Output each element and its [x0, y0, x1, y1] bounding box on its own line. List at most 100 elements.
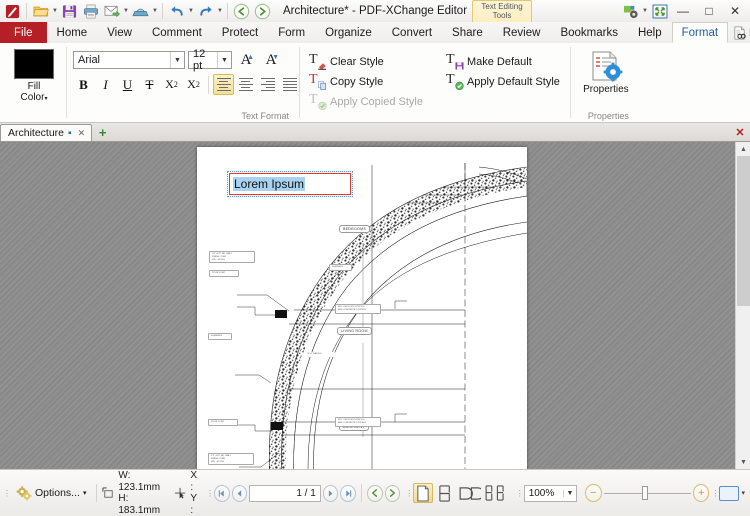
subscript-button[interactable]: X2	[161, 74, 182, 95]
zoom-chevron-down-icon[interactable]: ▼	[563, 489, 576, 497]
first-page-button[interactable]	[214, 484, 230, 502]
increase-arrow-icon: ▲	[247, 54, 254, 61]
tab-review[interactable]: Review	[493, 22, 551, 43]
underline-button[interactable]: U	[117, 74, 138, 95]
zoom-in-button[interactable]: +	[692, 484, 710, 502]
app-logo-icon[interactable]	[2, 1, 23, 21]
zoom-slider[interactable]	[603, 484, 691, 502]
open-dropdown-icon[interactable]: ▼	[51, 1, 59, 21]
cursor-coordinates: X : Y :	[174, 470, 200, 516]
navigate-forward-button[interactable]	[384, 484, 401, 502]
single-page-view-button[interactable]	[413, 483, 434, 503]
previous-page-button[interactable]	[231, 484, 248, 502]
customize-dropdown-icon[interactable]: ▼	[641, 1, 649, 21]
zoom-out-button[interactable]: −	[585, 484, 602, 502]
last-page-button[interactable]	[340, 484, 357, 502]
scan-dropdown-icon[interactable]: ▼	[151, 1, 159, 21]
minimize-button[interactable]: —	[670, 1, 696, 22]
maximize-button[interactable]: □	[696, 1, 722, 22]
two-page-continuous-view-button[interactable]	[484, 483, 508, 503]
font-family-combo[interactable]: Arial ▼	[73, 51, 185, 69]
clear-style-button[interactable]: T Clear Style	[306, 52, 429, 71]
undo-icon[interactable]	[166, 1, 187, 21]
tab-convert[interactable]: Convert	[382, 22, 442, 43]
fullscreen-icon[interactable]	[649, 1, 670, 21]
page-display-caret-icon[interactable]: ▾	[741, 489, 745, 497]
next-page-button[interactable]	[322, 484, 339, 502]
bold-button[interactable]: B	[73, 74, 94, 95]
apply-default-style-button[interactable]: T Apply Default Style	[443, 72, 566, 91]
fill-color-button[interactable]: Fill Color▾	[6, 45, 62, 104]
tab-file[interactable]: File	[0, 22, 47, 43]
new-tab-button[interactable]: +	[95, 125, 110, 140]
undo-dropdown-icon[interactable]: ▼	[187, 1, 195, 21]
two-page-view-button[interactable]	[458, 483, 482, 503]
font-size-combo[interactable]: 12 pt ▼	[188, 48, 232, 72]
find-button[interactable]: Find...	[728, 24, 750, 42]
redo-icon[interactable]	[195, 1, 216, 21]
pdf-page[interactable]: BEDROOMS LIVING ROOM BASEMENT 1/2" GYP. …	[197, 147, 527, 469]
strikethrough-button[interactable]: T	[139, 74, 160, 95]
zoom-slider-thumb[interactable]	[641, 486, 648, 500]
fill-color-caret-icon[interactable]: ▾	[44, 96, 47, 102]
unsaved-indicator-icon: ▪	[68, 127, 72, 139]
vertical-scrollbar[interactable]: ▲ ▼	[735, 142, 750, 469]
document-tab-architecture[interactable]: Architecture ▪ ✕	[0, 124, 93, 141]
font-size-chevron-down-icon[interactable]: ▼	[217, 52, 231, 68]
title-bar: ▼ ▼ ▼ ▼ ▼ Architecture* - PDF-XChange Ed…	[0, 0, 750, 22]
forward-icon[interactable]	[252, 1, 273, 21]
properties-button[interactable]: Properties	[577, 47, 635, 96]
align-center-button[interactable]	[235, 74, 256, 95]
align-right-button[interactable]	[257, 74, 278, 95]
text-box-annotation[interactable]: Lorem Ipsum	[227, 171, 353, 197]
zoom-level-combo[interactable]: 100% ▼	[523, 484, 577, 502]
page-number-input[interactable]: 1 / 1	[249, 484, 321, 502]
text-box-content[interactable]: Lorem Ipsum	[233, 177, 306, 191]
tab-bookmarks[interactable]: Bookmarks	[550, 22, 628, 43]
close-document-button[interactable]: ✕	[732, 124, 748, 140]
tab-help[interactable]: Help	[628, 22, 672, 43]
status-bar: ⋮ Options... ▾ W: 123.1mm H: 183.1mm X:…	[0, 469, 750, 516]
options-caret-icon[interactable]: ▾	[83, 489, 87, 497]
tab-format[interactable]: Format	[671, 22, 729, 43]
save-icon[interactable]	[59, 1, 80, 21]
navigate-back-button[interactable]	[367, 484, 383, 502]
continuous-view-button[interactable]	[435, 483, 455, 503]
tab-protect[interactable]: Protect	[212, 22, 268, 43]
options-button[interactable]: Options... ▾	[11, 483, 91, 504]
close-button[interactable]: ✕	[722, 1, 748, 22]
apply-copied-style-button[interactable]: T Apply Copied Style	[306, 92, 429, 111]
increase-font-size-button[interactable]: A ▲	[235, 50, 257, 70]
document-viewport[interactable]: BEDROOMS LIVING ROOM BASEMENT 1/2" GYP. …	[0, 142, 750, 469]
superscript-button[interactable]: X2	[183, 74, 204, 95]
tab-comment[interactable]: Comment	[142, 22, 212, 43]
tab-share[interactable]: Share	[442, 22, 493, 43]
align-justify-button[interactable]	[279, 74, 300, 95]
redo-dropdown-icon[interactable]: ▼	[216, 1, 224, 21]
customize-toolbar-icon[interactable]	[620, 1, 641, 21]
scroll-up-icon[interactable]: ▲	[736, 142, 750, 156]
clear-style-label: Clear Style	[330, 55, 384, 68]
back-icon[interactable]	[231, 1, 252, 21]
font-family-chevron-down-icon[interactable]: ▼	[170, 52, 184, 68]
copy-style-button[interactable]: T Copy Style	[306, 72, 429, 91]
tab-organize[interactable]: Organize	[315, 22, 382, 43]
page-display-mode-button[interactable]	[719, 485, 740, 501]
scroll-down-icon[interactable]: ▼	[736, 455, 750, 469]
tab-form[interactable]: Form	[268, 22, 315, 43]
document-tab-close-icon[interactable]: ✕	[76, 128, 88, 139]
tab-view[interactable]: View	[97, 22, 142, 43]
decrease-font-size-button[interactable]: A ▼	[260, 50, 282, 70]
fill-color-swatch	[14, 49, 54, 79]
scrollbar-thumb[interactable]	[737, 156, 750, 306]
italic-button[interactable]: I	[95, 74, 116, 95]
email-dropdown-icon[interactable]: ▼	[122, 1, 130, 21]
print-icon[interactable]	[80, 1, 101, 21]
scan-icon[interactable]	[130, 1, 151, 21]
email-icon[interactable]	[101, 1, 122, 21]
open-icon[interactable]	[30, 1, 51, 21]
align-left-button[interactable]	[213, 74, 234, 95]
tab-home[interactable]: Home	[47, 22, 98, 43]
make-default-button[interactable]: T Make Default	[443, 52, 566, 71]
callout-flashing-2: FLASHING	[329, 264, 352, 271]
